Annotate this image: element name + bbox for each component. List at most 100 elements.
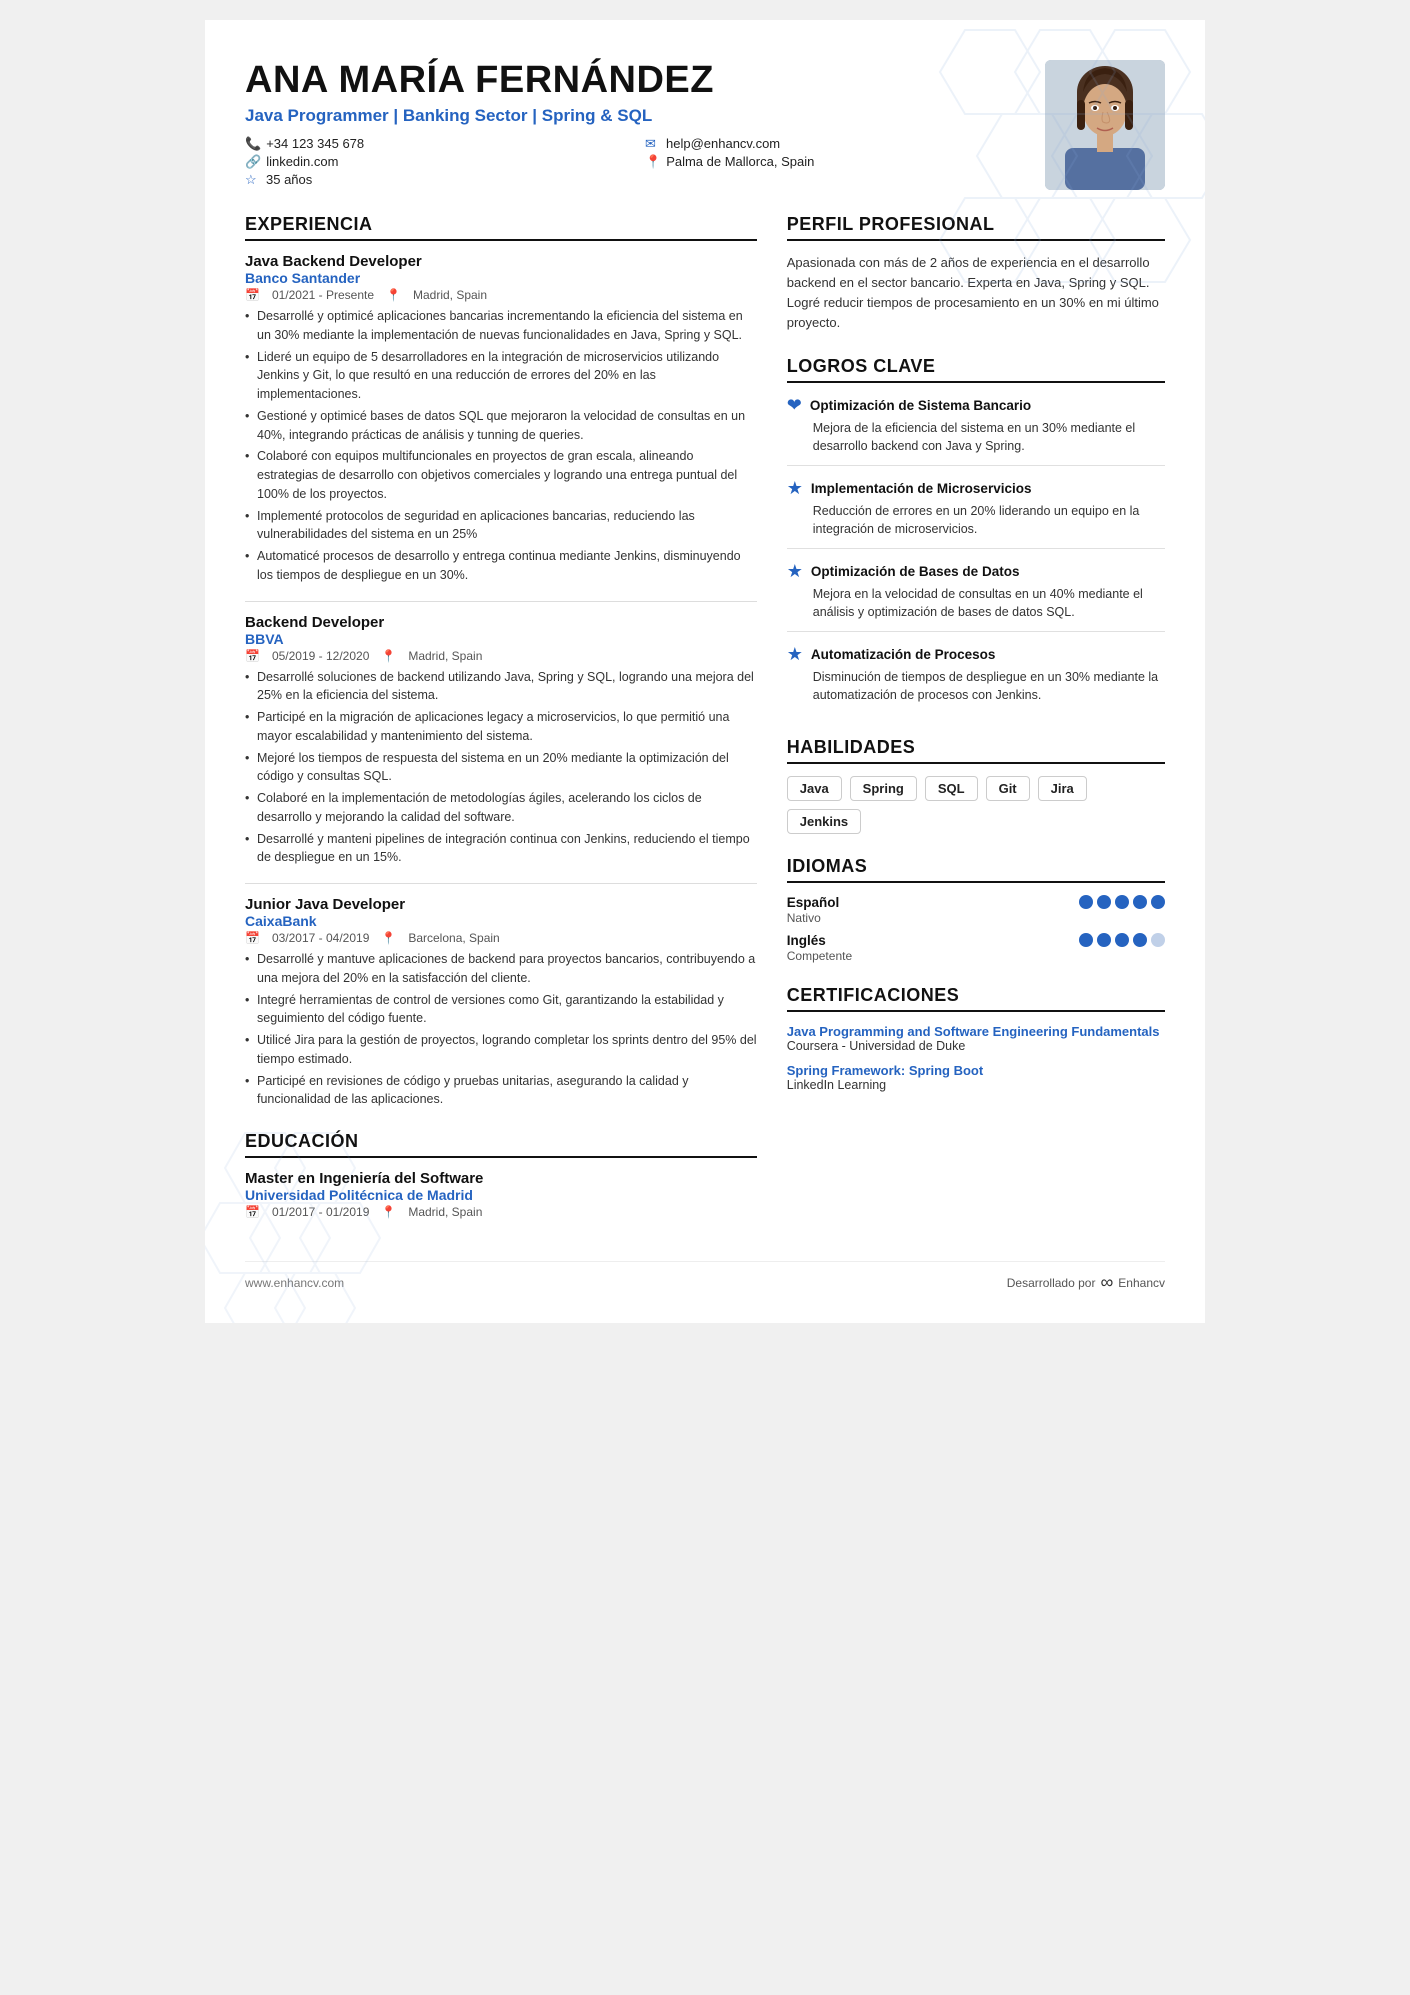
logros-section: LOGROS CLAVE ❤ Optimización de Sistema B… (787, 356, 1165, 715)
logro-header-1: ❤ Optimización de Sistema Bancario (787, 395, 1165, 416)
logro-header-3: ★ Optimización de Bases de Datos (787, 561, 1165, 582)
main-columns: EXPERIENCIA Java Backend Developer Banco… (245, 214, 1165, 1241)
left-column: EXPERIENCIA Java Backend Developer Banco… (245, 214, 757, 1241)
footer-brand-name: Enhancv (1118, 1276, 1165, 1290)
edu-meta-1: 📅 01/2017 - 01/2019 📍 Madrid, Spain (245, 1205, 757, 1219)
cert-issuer-2: LinkedIn Learning (787, 1078, 1165, 1092)
footer-website: www.enhancv.com (245, 1276, 344, 1290)
enhancv-logo-icon: ∞ (1100, 1272, 1113, 1293)
logro-title-3: Optimización de Bases de Datos (811, 564, 1020, 579)
exp-bullets-1: Desarrollé y optimicé aplicaciones banca… (245, 307, 757, 585)
logro-star-icon-2: ★ (787, 478, 803, 499)
dot-en-3 (1115, 933, 1129, 947)
edu-location-icon: 📍 (381, 1205, 396, 1219)
exp-company-1: Banco Santander (245, 270, 757, 286)
footer-brand: Desarrollado por ∞ Enhancv (1007, 1272, 1165, 1293)
linkedin-icon: 🔗 (245, 154, 261, 170)
habilidades-section: HABILIDADES Java Spring SQL Git Jira Jen… (787, 737, 1165, 834)
experiencia-title: EXPERIENCIA (245, 214, 757, 241)
bullet-2-2: Participé en la migración de aplicacione… (245, 708, 757, 746)
contact-email: ✉ help@enhancv.com (645, 136, 1025, 152)
bullet-3-2: Integré herramientas de control de versi… (245, 991, 757, 1029)
cert-title-2: Spring Framework: Spring Boot (787, 1063, 1165, 1078)
contact-age: ☆ 35 años (245, 172, 625, 188)
bullet-1-3: Gestioné y optimicé bases de datos SQL q… (245, 407, 757, 445)
phone-icon: 📞 (245, 136, 261, 152)
age-icon: ☆ (245, 172, 261, 188)
dot-es-5 (1151, 895, 1165, 909)
skill-sql: SQL (925, 776, 978, 801)
bullet-3-4: Participé en revisiones de código y prue… (245, 1072, 757, 1110)
dot-en-1 (1079, 933, 1093, 947)
dot-es-4 (1133, 895, 1147, 909)
logro-1: ❤ Optimización de Sistema Bancario Mejor… (787, 395, 1165, 466)
skill-java: Java (787, 776, 842, 801)
cert-issuer-1: Coursera - Universidad de Duke (787, 1039, 1165, 1053)
logro-title-1: Optimización de Sistema Bancario (810, 398, 1031, 413)
educacion-section: EDUCACIÓN Master en Ingeniería del Softw… (245, 1131, 757, 1219)
exp-bullets-3: Desarrollé y mantuve aplicaciones de bac… (245, 950, 757, 1109)
bullet-2-1: Desarrollé soluciones de backend utiliza… (245, 668, 757, 706)
calendar-icon-2: 📅 (245, 649, 260, 663)
right-column: PERFIL PROFESIONAL Apasionada con más de… (787, 214, 1165, 1241)
edu-item-1: Master en Ingeniería del Software Univer… (245, 1170, 757, 1219)
logro-title-2: Implementación de Microservicios (811, 481, 1032, 496)
logro-desc-3: Mejora en la velocidad de consultas en u… (787, 585, 1165, 621)
skills-container: Java Spring SQL Git Jira Jenkins (787, 776, 1165, 834)
experiencia-section: EXPERIENCIA Java Backend Developer Banco… (245, 214, 757, 1109)
bullet-1-4: Colaboré con equipos multifuncionales en… (245, 447, 757, 503)
footer-brand-label: Desarrollado por (1007, 1276, 1096, 1290)
idioma-espanol-dots (1079, 895, 1165, 909)
location-icon-3: 📍 (381, 931, 396, 945)
idioma-ingles-header: Inglés (787, 933, 1165, 948)
exp-meta-2: 📅 05/2019 - 12/2020 📍 Madrid, Spain (245, 649, 757, 663)
contact-linkedin: 🔗 linkedin.com (245, 154, 625, 170)
exp-company-2: BBVA (245, 631, 757, 647)
certificaciones-title: CERTIFICACIONES (787, 985, 1165, 1012)
cert-2: Spring Framework: Spring Boot LinkedIn L… (787, 1063, 1165, 1092)
skill-jira: Jira (1038, 776, 1087, 801)
habilidades-title: HABILIDADES (787, 737, 1165, 764)
calendar-icon-3: 📅 (245, 931, 260, 945)
header-text: ANA MARÍA FERNÁNDEZ Java Programmer | Ba… (245, 60, 1025, 188)
bullet-2-3: Mejoré los tiempos de respuesta del sist… (245, 749, 757, 787)
edu-degree-1: Master en Ingeniería del Software (245, 1170, 757, 1187)
idiomas-title: IDIOMAS (787, 856, 1165, 883)
idioma-espanol-level: Nativo (787, 911, 1165, 925)
calendar-icon-1: 📅 (245, 288, 260, 302)
exp-item-1: Java Backend Developer Banco Santander 📅… (245, 253, 757, 585)
idioma-ingles-name: Inglés (787, 933, 826, 948)
perfil-text: Apasionada con más de 2 años de experien… (787, 253, 1165, 334)
bullet-3-3: Utilicé Jira para la gestión de proyecto… (245, 1031, 757, 1069)
exp-meta-3: 📅 03/2017 - 04/2019 📍 Barcelona, Spain (245, 931, 757, 945)
logros-title: LOGROS CLAVE (787, 356, 1165, 383)
perfil-title: PERFIL PROFESIONAL (787, 214, 1165, 241)
idioma-ingles-dots (1079, 933, 1165, 947)
educacion-title: EDUCACIÓN (245, 1131, 757, 1158)
exp-bullets-2: Desarrollé soluciones de backend utiliza… (245, 668, 757, 868)
bullet-1-2: Lideré un equipo de 5 desarrolladores en… (245, 348, 757, 404)
idioma-espanol: Español Nativo (787, 895, 1165, 925)
exp-meta-1: 📅 01/2021 - Presente 📍 Madrid, Spain (245, 288, 757, 302)
logro-4: ★ Automatización de Procesos Disminución… (787, 644, 1165, 714)
dot-en-5 (1151, 933, 1165, 947)
skill-git: Git (986, 776, 1030, 801)
logro-star-icon-4: ★ (787, 644, 803, 665)
cert-title-1: Java Programming and Software Engineerin… (787, 1024, 1165, 1039)
bullet-1-6: Automaticé procesos de desarrollo y entr… (245, 547, 757, 585)
logro-desc-2: Reducción de errores en un 20% liderando… (787, 502, 1165, 538)
dot-es-3 (1115, 895, 1129, 909)
perfil-section: PERFIL PROFESIONAL Apasionada con más de… (787, 214, 1165, 334)
contact-phone: 📞 +34 123 345 678 (245, 136, 625, 152)
exp-role-2: Backend Developer (245, 614, 757, 631)
bullet-2-4: Colaboré en la implementación de metodol… (245, 789, 757, 827)
resume-page: ANA MARÍA FERNÁNDEZ Java Programmer | Ba… (205, 20, 1205, 1323)
idioma-ingles: Inglés Competente (787, 933, 1165, 963)
dot-es-2 (1097, 895, 1111, 909)
logro-desc-4: Disminución de tiempos de despliegue en … (787, 668, 1165, 704)
certificaciones-section: CERTIFICACIONES Java Programming and Sof… (787, 985, 1165, 1092)
exp-company-3: CaixaBank (245, 913, 757, 929)
bullet-1-5: Implementé protocolos de seguridad en ap… (245, 507, 757, 545)
edu-calendar-icon: 📅 (245, 1205, 260, 1219)
location-icon-2: 📍 (381, 649, 396, 663)
